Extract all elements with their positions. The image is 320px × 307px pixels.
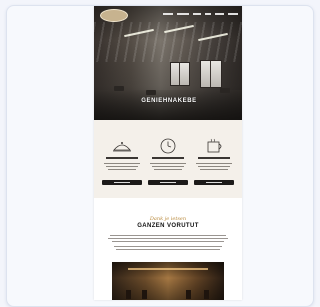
feature-text [108,169,136,170]
feature-text [200,169,228,170]
restaurant-photo [112,262,224,300]
feature-button[interactable] [194,180,234,185]
nav-item[interactable] [193,13,201,15]
photo-light [128,268,208,270]
about-text [114,246,222,247]
about-text [110,235,226,236]
site-nav [163,13,238,15]
table-shape [220,88,230,93]
chair-shape [126,290,131,299]
about-text [116,249,220,250]
chair-shape [204,290,209,299]
feature-item [148,138,188,194]
feature-text [150,163,186,164]
about-title: GANZEN VORUTUT [137,223,199,229]
hero-window [170,62,190,86]
nav-item[interactable] [163,13,173,15]
feature-title [106,157,138,159]
dish-icon [113,142,131,152]
nav-item[interactable] [177,13,189,15]
nav-item[interactable] [205,13,211,15]
feature-text [152,166,184,167]
about-text [112,241,224,242]
feature-text [196,163,232,164]
feature-title [152,157,184,159]
website-preview: GENIEHNAKEBE Dank je ietsen GANZEN VORUT… [94,6,242,300]
chair-shape [142,290,147,299]
feature-text [104,163,140,164]
chair-shape [186,290,191,299]
coffee-cup-icon [207,138,222,153]
about-section: Dank je ietsen GANZEN VORUTUT [94,204,242,256]
clock-icon [160,138,176,154]
hero-banner: GENIEHNAKEBE [94,6,242,120]
feature-text [198,166,230,167]
feature-item [102,138,142,194]
feature-button[interactable] [102,180,142,185]
feature-title [198,157,230,159]
about-text [108,238,228,239]
table-shape [114,86,124,91]
feature-button[interactable] [148,180,188,185]
features-section [94,120,242,198]
preview-card[interactable]: GENIEHNAKEBE Dank je ietsen GANZEN VORUT… [6,5,314,307]
feature-text [106,166,138,167]
feature-text [154,169,182,170]
nav-item[interactable] [228,13,238,15]
hero-ceiling [94,22,242,62]
feature-item [194,138,234,194]
table-shape [146,90,156,95]
hero-window [200,60,222,88]
hero-title: GENIEHNAKEBE [141,98,197,104]
site-logo[interactable] [100,9,128,22]
nav-item[interactable] [215,13,224,15]
